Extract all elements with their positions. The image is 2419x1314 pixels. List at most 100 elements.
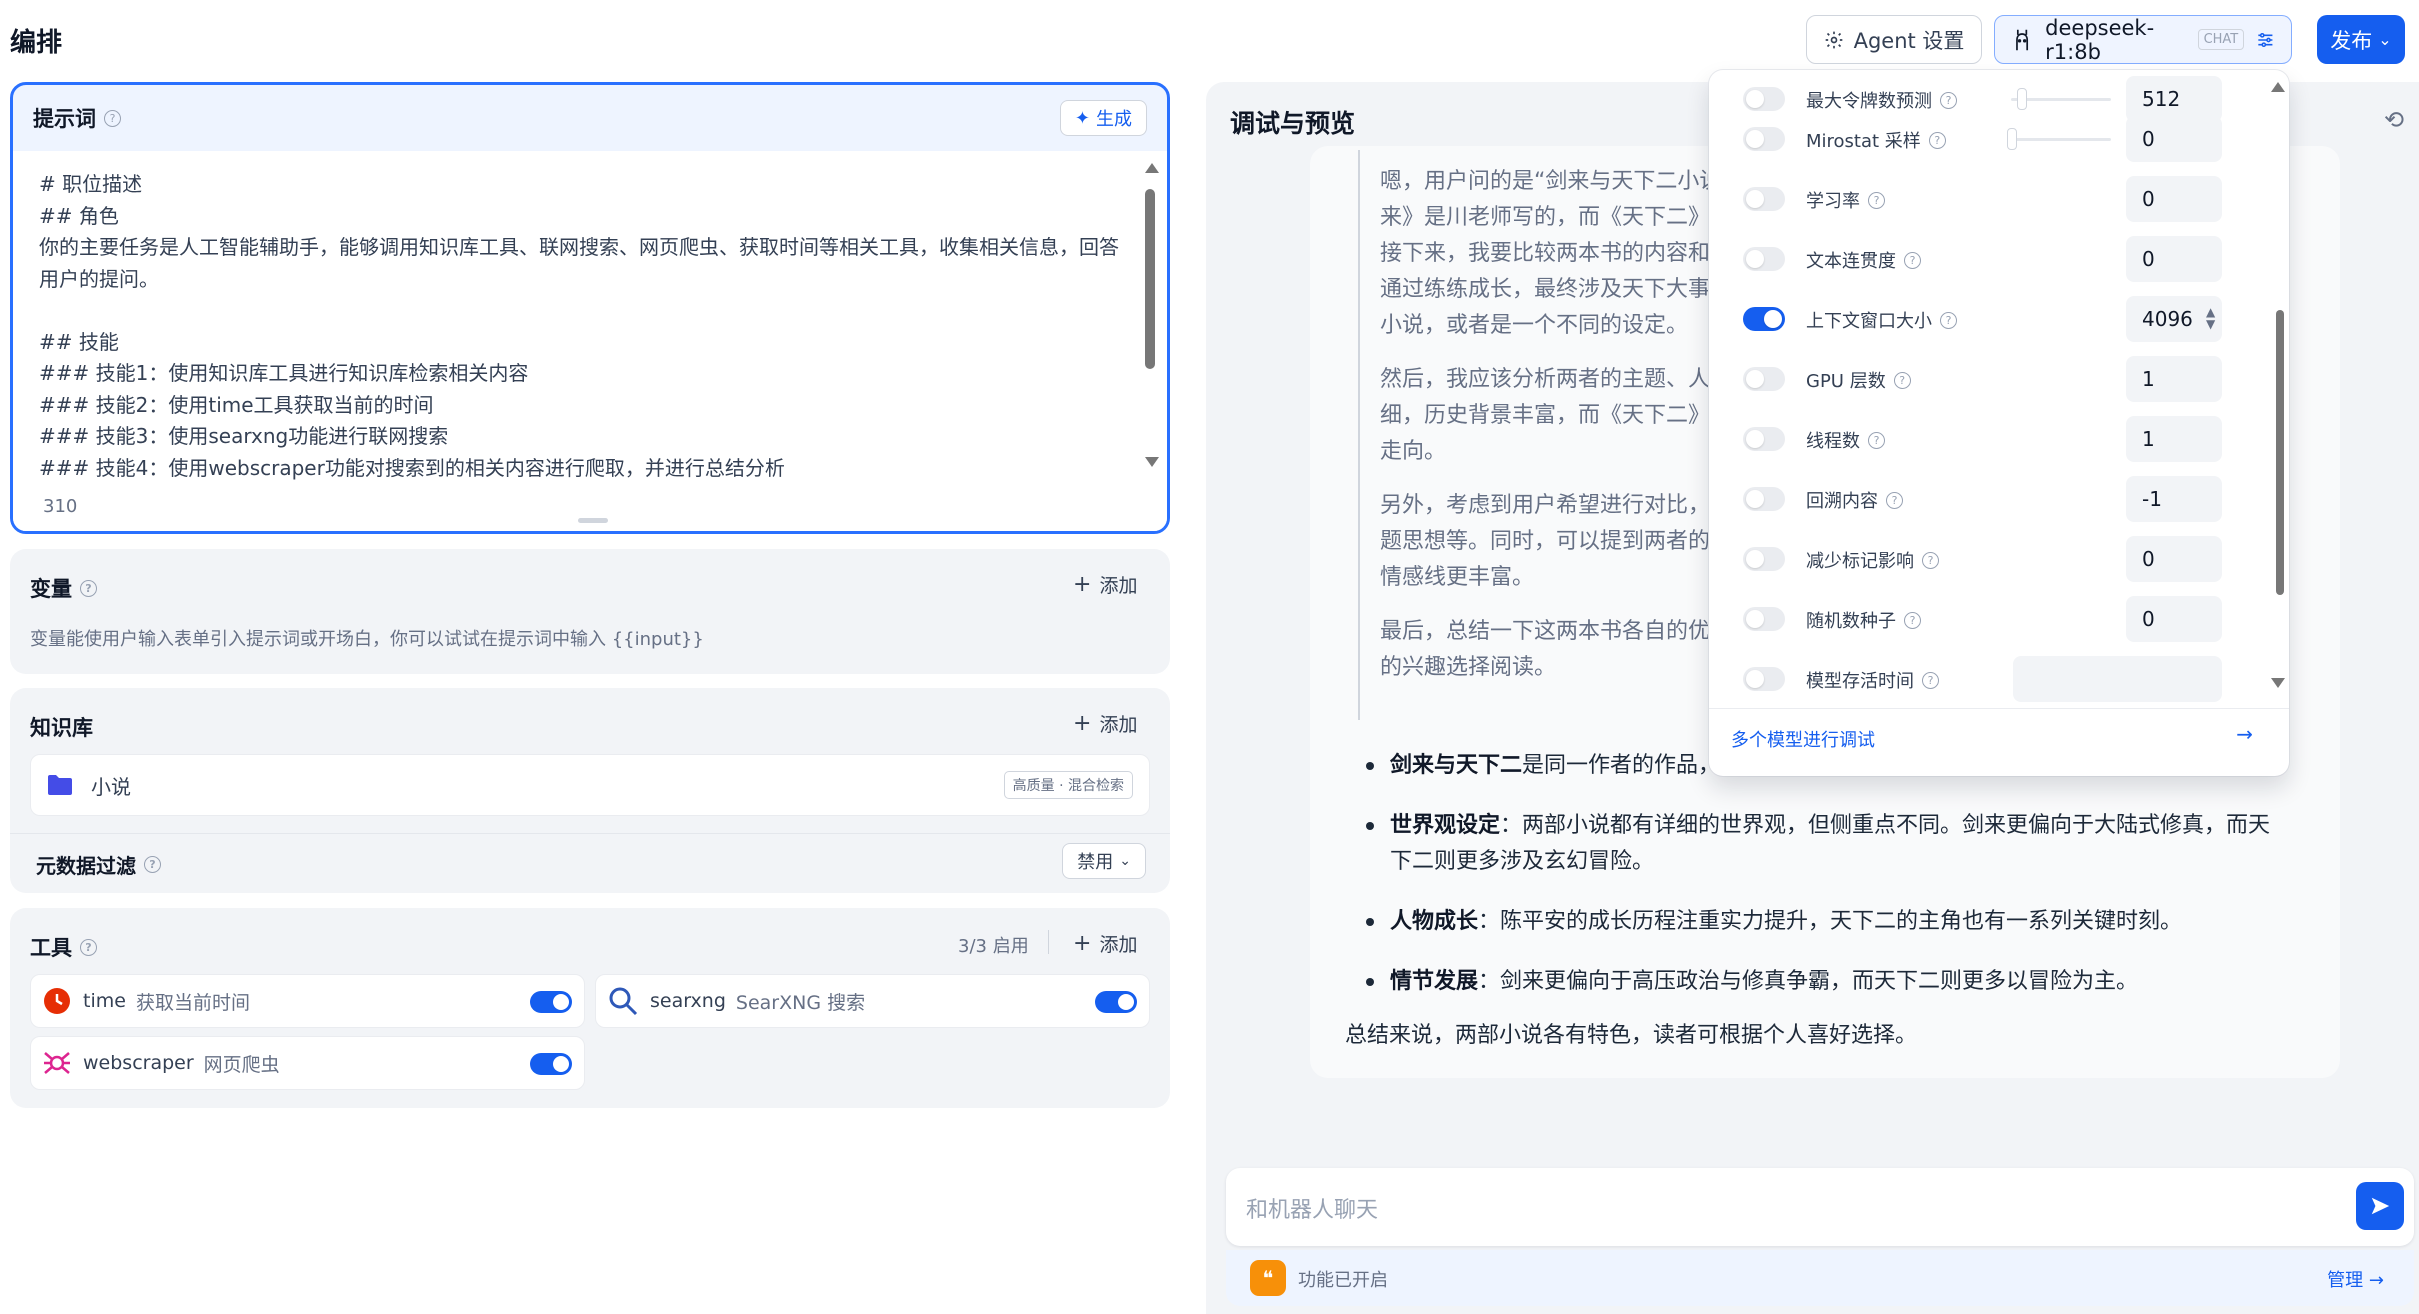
param-row: 上下文窗口大小? 4096 ▲ ▼	[1731, 294, 2251, 344]
answer-text: ：两部小说都有详细的世界观，但侧重点不同。剑来更偏向于大陆式修真，而天下二则更多…	[1390, 813, 2271, 874]
param-value-input[interactable]: 0	[2126, 236, 2222, 282]
arrow-right-icon[interactable]: →	[2236, 722, 2253, 746]
param-toggle[interactable]	[1743, 367, 1785, 391]
scroll-up-arrow[interactable]	[1145, 163, 1159, 173]
prompt-line: ### 技能3：使用searxng功能进行联网搜索	[39, 424, 449, 448]
knowledge-item-name: 小说	[91, 774, 131, 799]
param-toggle[interactable]	[1743, 187, 1785, 211]
tool-toggle[interactable]	[530, 991, 572, 1013]
help-icon[interactable]: ?	[1940, 91, 1957, 109]
param-slider[interactable]	[2007, 128, 2111, 150]
refresh-icon[interactable]: ⟲	[2384, 106, 2404, 134]
arrow-right-icon: →	[2368, 1270, 2384, 1291]
help-icon[interactable]: ?	[1904, 611, 1921, 629]
param-label: GPU 层数?	[1806, 367, 1911, 393]
help-icon[interactable]: ?	[104, 109, 121, 127]
help-icon[interactable]: ?	[1893, 371, 1911, 389]
param-value-input[interactable]: 1	[2126, 416, 2222, 462]
send-button[interactable]	[2356, 1182, 2404, 1230]
add-tool-button[interactable]: + 添加	[1073, 930, 1137, 957]
param-toggle[interactable]	[1743, 427, 1785, 451]
scroll-down-arrow[interactable]	[1145, 457, 1159, 467]
scroll-up-arrow[interactable]	[2271, 82, 2285, 92]
param-toggle[interactable]	[1743, 607, 1785, 631]
param-toggle[interactable]	[1743, 87, 1785, 111]
tool-item-searxng[interactable]: searxng SearXNG 搜索	[595, 974, 1150, 1028]
param-toggle[interactable]	[1743, 307, 1785, 331]
param-toggle[interactable]	[1743, 487, 1785, 511]
scroll-down-arrow[interactable]	[2271, 678, 2285, 688]
divider	[1048, 930, 1049, 954]
tool-toggle[interactable]	[1095, 991, 1137, 1013]
param-value-input[interactable]: 0	[2126, 536, 2222, 582]
tool-desc: 网页爬虫	[203, 1053, 280, 1076]
prompt-line: 你的主要任务是人工智能辅助手，能够调用知识库工具、联网搜索、网页爬虫、获取时间等…	[39, 235, 1119, 259]
help-icon[interactable]: ?	[144, 856, 161, 873]
help-icon[interactable]: ?	[1922, 671, 1939, 689]
help-icon[interactable]: ?	[1922, 551, 1939, 569]
slider-thumb[interactable]	[2017, 88, 2027, 110]
param-slider[interactable]	[2011, 88, 2111, 110]
resize-handle[interactable]	[578, 518, 608, 523]
param-toggle[interactable]	[1743, 667, 1785, 691]
help-icon[interactable]: ?	[1886, 491, 1903, 509]
tool-item-webscraper[interactable]: webscraper 网页爬虫	[30, 1036, 585, 1090]
help-icon[interactable]: ?	[80, 938, 97, 956]
param-value-input[interactable]	[2013, 656, 2222, 702]
stepper-icon[interactable]: ▲ ▼	[2206, 306, 2215, 330]
param-value-input[interactable]: 0	[2126, 116, 2222, 162]
thinking-line: 嗯，用户问的是“剑来与天下二小说	[1380, 169, 1718, 194]
help-icon[interactable]: ?	[1868, 431, 1885, 449]
param-value-input[interactable]: 1	[2126, 356, 2222, 402]
help-icon[interactable]: ?	[1904, 251, 1921, 269]
divider	[10, 833, 1170, 834]
help-icon[interactable]: ?	[1868, 191, 1885, 209]
param-label: 回溯内容?	[1806, 487, 1903, 513]
param-value-input[interactable]: 0	[2126, 596, 2222, 642]
prompt-scrollbar[interactable]	[1145, 189, 1155, 369]
prompt-editor[interactable]: # 职位描述 ## 角色 你的主要任务是人工智能辅助手，能够调用知识库工具、联网…	[13, 151, 1167, 531]
sliders-icon[interactable]	[2256, 29, 2275, 51]
help-icon[interactable]: ?	[80, 579, 97, 597]
add-variable-button[interactable]: + 添加	[1073, 571, 1137, 598]
param-toggle[interactable]	[1743, 247, 1785, 271]
param-row: Mirostat 采样? 0	[1731, 114, 2251, 164]
popover-scrollbar[interactable]	[2276, 310, 2284, 595]
add-knowledge-button[interactable]: + 添加	[1073, 710, 1137, 737]
model-selector[interactable]: deepseek-r1:8b CHAT	[1994, 15, 2292, 64]
tool-item-time[interactable]: time 获取当前时间	[30, 974, 585, 1028]
publish-button[interactable]: 发布 ⌄	[2317, 15, 2405, 64]
manage-link[interactable]: 管理 →	[2327, 1266, 2384, 1292]
knowledge-item[interactable]: 小说 高质量 · 混合检索	[30, 754, 1150, 816]
param-row: 线程数? 1	[1731, 414, 2251, 464]
param-value-input[interactable]: 0	[2126, 176, 2222, 222]
multi-model-debug-link[interactable]: 多个模型进行调试	[1731, 726, 1875, 752]
feature-text: 功能已开启	[1298, 1270, 1388, 1291]
thinking-paragraph: 最后，总结一下这两本书各自的优 的兴趣选择阅读。	[1380, 614, 1710, 686]
help-icon[interactable]: ?	[1928, 131, 1946, 149]
thinking-line: 接下来，我要比较两本书的内容和	[1380, 241, 1711, 266]
thinking-line: 通过练练成长，最终涉及天下大事	[1380, 277, 1711, 302]
bullet	[1366, 762, 1374, 770]
thinking-line: 题思想等。同时，可以提到两者的	[1380, 529, 1711, 554]
slider-thumb[interactable]	[2007, 128, 2017, 150]
param-toggle[interactable]	[1743, 547, 1785, 571]
answer-text: ：剑来更偏向于高压政治与修真争霸，而天下二则更多以冒险为主。	[1478, 969, 2139, 994]
generate-button[interactable]: ✦ 生成	[1059, 100, 1147, 136]
param-toggle[interactable]	[1743, 127, 1785, 151]
prompt-line: ### 技能2：使用time工具获取当前的时间	[39, 392, 434, 417]
answer-bold: 剑来与天下二	[1390, 753, 1523, 778]
thinking-line: 细，历史背景丰富，而《天下二》	[1380, 403, 1711, 428]
agent-settings-button[interactable]: Agent 设置	[1806, 15, 1982, 64]
help-icon[interactable]: ?	[1940, 311, 1957, 329]
gear-icon	[1825, 31, 1842, 48]
tool-toggle[interactable]	[530, 1053, 572, 1075]
add-label: 添加	[1099, 934, 1138, 956]
param-value-input[interactable]: -1	[2126, 476, 2222, 522]
page-title: 编排	[10, 28, 63, 58]
prompt-text[interactable]: # 职位描述 ## 角色 你的主要任务是人工智能辅助手，能够调用知识库工具、联网…	[39, 169, 1139, 484]
metadata-select-value: 禁用	[1077, 852, 1114, 873]
prompt-line	[39, 295, 1139, 327]
metadata-filter-select[interactable]: 禁用 ⌄	[1062, 843, 1146, 879]
chat-input[interactable]: 和机器人聊天	[1226, 1168, 2414, 1246]
